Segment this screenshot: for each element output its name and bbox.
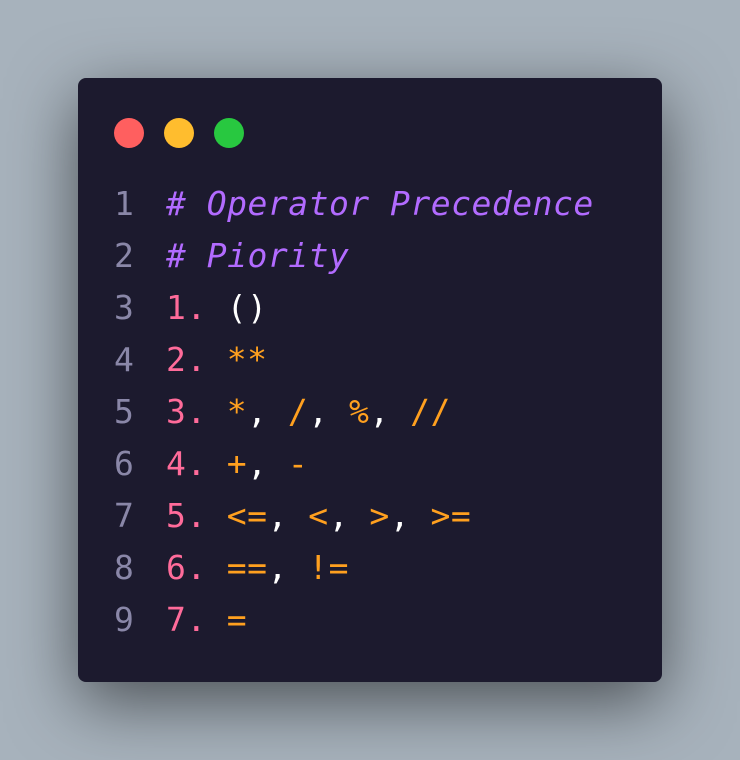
operator-token: < — [308, 496, 329, 535]
code-line: 5 3. *, /, %, // — [114, 386, 594, 438]
punctuation-token: , — [369, 392, 411, 431]
code-line: 2 # Piority — [114, 230, 594, 282]
operator-token: % — [349, 392, 370, 431]
line-number: 4 — [114, 340, 135, 379]
operator-token: >= — [430, 496, 472, 535]
comment-text: # Operator Precedence — [166, 184, 594, 223]
operator-token: = — [226, 600, 248, 639]
code-block: 1 # Operator Precedence 2 # Piority 3 1. () 4 2.… — [114, 178, 594, 646]
minimize-dot[interactable] — [164, 118, 194, 148]
operator-token: ** — [226, 340, 268, 379]
list-number: 1. — [166, 288, 207, 327]
operator-token: // — [410, 392, 451, 431]
code-line: 1 # Operator Precedence — [114, 178, 594, 230]
list-number: 7. — [166, 600, 207, 639]
operator-token: - — [287, 444, 309, 483]
list-number: 5. — [166, 496, 207, 535]
line-number: 5 — [114, 392, 135, 431]
list-number: 4. — [166, 444, 207, 483]
punctuation-token: , — [308, 392, 349, 431]
punctuation-token: , — [267, 496, 309, 535]
operator-token: / — [287, 392, 309, 431]
punctuation-token: , — [267, 548, 309, 587]
code-line: 8 6. ==, != — [114, 542, 594, 594]
list-number: 2. — [166, 340, 207, 379]
punctuation-token: , — [247, 444, 288, 483]
comment-text: # Piority — [166, 236, 350, 275]
punctuation-token: , — [389, 496, 431, 535]
code-line: 4 2. ** — [114, 334, 594, 386]
line-number: 6 — [114, 444, 135, 483]
maximize-dot[interactable] — [214, 118, 244, 148]
code-line: 3 1. () — [114, 282, 594, 334]
line-number: 7 — [114, 496, 135, 535]
punctuation-token: , — [328, 496, 370, 535]
code-window: 1 # Operator Precedence 2 # Piority 3 1. () 4 2.… — [78, 78, 662, 682]
line-number: 3 — [114, 288, 135, 327]
punctuation-token: , — [247, 392, 288, 431]
code-line: 6 4. +, - — [114, 438, 594, 490]
operator-token: != — [308, 548, 349, 587]
list-number: 6. — [166, 548, 207, 587]
line-number: 2 — [114, 236, 135, 275]
punctuation-token: () — [226, 288, 268, 327]
list-number: 3. — [166, 392, 207, 431]
operator-token: <= — [226, 496, 268, 535]
window-controls — [114, 118, 244, 148]
code-line: 9 7. = — [114, 594, 594, 646]
operator-token: > — [369, 496, 390, 535]
code-line: 7 5. <=, <, >, >= — [114, 490, 594, 542]
operator-token: * — [226, 392, 248, 431]
operator-token: + — [226, 444, 248, 483]
operator-token: == — [226, 548, 268, 587]
line-number: 1 — [114, 184, 135, 223]
line-number: 8 — [114, 548, 135, 587]
close-dot[interactable] — [114, 118, 144, 148]
line-number: 9 — [114, 600, 135, 639]
